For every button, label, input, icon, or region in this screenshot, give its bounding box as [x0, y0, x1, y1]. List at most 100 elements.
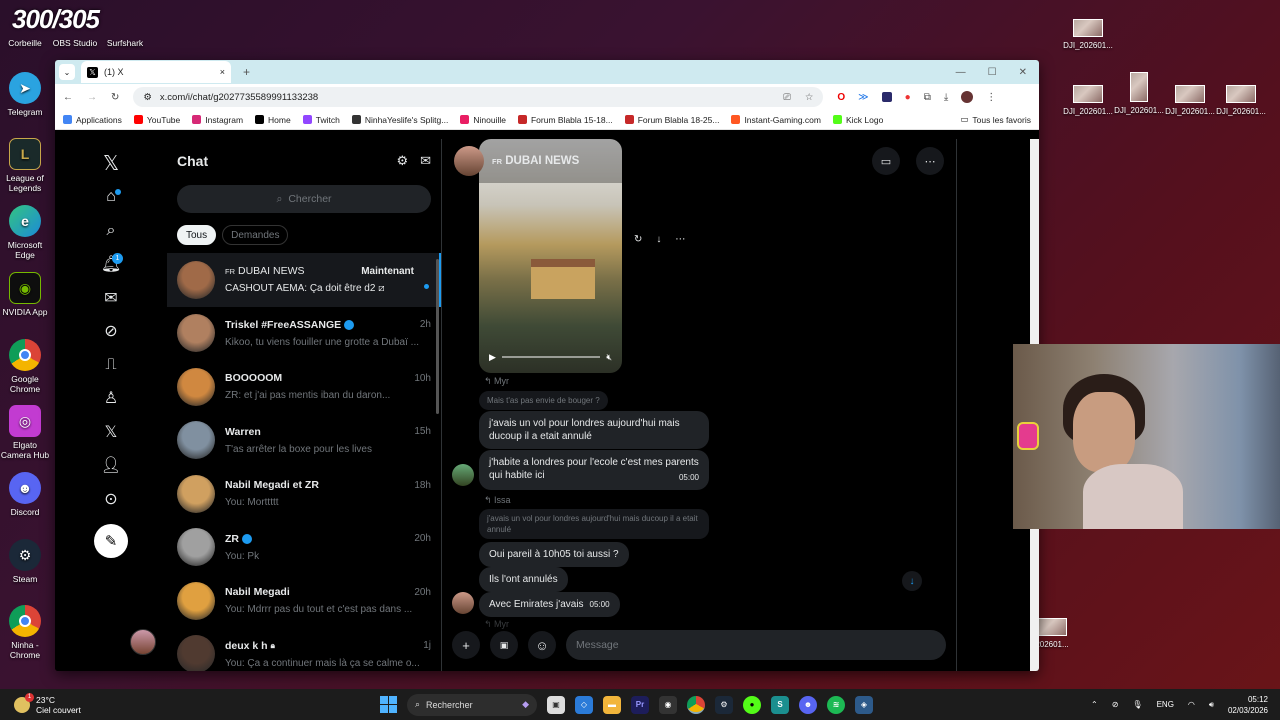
video-call-icon[interactable]: ▭: [872, 147, 900, 175]
task-view-icon[interactable]: ▣: [547, 695, 565, 714]
profile-avatar[interactable]: [961, 91, 974, 103]
desktop-icon-lol[interactable]: L League of Legends: [0, 138, 50, 193]
app-s-icon[interactable]: S: [771, 695, 789, 714]
bookmark-item[interactable]: Instagram: [192, 115, 243, 125]
start-windows-icon[interactable]: [380, 696, 397, 713]
tab-close-icon[interactable]: ×: [220, 67, 225, 77]
tab-x[interactable]: 𝕏 (1) X ×: [81, 61, 231, 83]
mic-icon[interactable]: 🎙︎: [1132, 700, 1142, 709]
compose-post-button[interactable]: ✎: [94, 523, 128, 558]
bookmark-star-icon[interactable]: ☆: [805, 92, 814, 103]
download-icon[interactable]: ⤓: [944, 92, 948, 103]
account-avatar[interactable]: [130, 629, 156, 655]
profile-icon[interactable]: 👤︎: [96, 449, 126, 483]
desktop-icon-edge[interactable]: e Microsoft Edge: [0, 205, 50, 260]
bookmark-item[interactable]: YouTube: [133, 115, 180, 125]
app-blue-icon[interactable]: ◈: [855, 695, 873, 714]
message-bubble[interactable]: Ils l'ont annulés: [479, 567, 568, 592]
desktop-icon-ninha-chrome[interactable]: Ninha - Chrome: [0, 605, 50, 660]
desktop-thumb[interactable]: DJI_202601...: [1213, 85, 1269, 116]
settings-gear-icon[interactable]: ⚙: [396, 153, 408, 169]
message-bubble[interactable]: Oui pareil à 10h05 toi aussi ?: [479, 542, 629, 567]
scroll-to-bottom-icon[interactable]: ↓: [902, 571, 922, 591]
reload-icon[interactable]: ↻: [111, 92, 119, 103]
audio-ext-icon[interactable]: ≫: [858, 92, 868, 103]
new-message-icon[interactable]: ✉: [420, 153, 431, 169]
mute-icon[interactable]: 🔇︎: [606, 352, 612, 363]
message-bubble[interactable]: j'habite a londres pour l'ecole c'est me…: [479, 450, 709, 490]
desktop-icon-elgato[interactable]: ◎ Elgato Camera Hub: [0, 405, 50, 460]
minimize-icon[interactable]: —: [956, 67, 966, 78]
add-attachment-icon[interactable]: +: [452, 631, 480, 659]
bookmark-item[interactable]: Forum Blabla 15-18...: [517, 115, 613, 125]
bookmark-item[interactable]: Home: [255, 115, 291, 125]
new-tab-button[interactable]: +: [243, 65, 250, 79]
chat-list-scrollbar[interactable]: [436, 259, 439, 414]
desktop-icon-discord[interactable]: ☻ Discord: [0, 472, 50, 517]
bookmark-item[interactable]: Applications: [63, 115, 122, 125]
conversation-name[interactable]: FR DUBAI NEWS: [492, 155, 579, 167]
gif-icon[interactable]: ▣: [490, 631, 518, 659]
grok-icon[interactable]: ⊘: [96, 315, 126, 349]
more-icon[interactable]: ⊙: [96, 482, 126, 516]
site-info-icon[interactable]: ⚙: [143, 92, 152, 103]
explore-search-icon[interactable]: ⌕: [96, 214, 126, 248]
quoted-message[interactable]: Mais t'as pas envie de bouger ?: [479, 391, 608, 410]
menu-dots-icon[interactable]: ⋮: [986, 92, 996, 103]
quoted-message[interactable]: j'avais un vol pour londres aujourd'hui …: [479, 509, 709, 539]
wifi-icon[interactable]: ◠: [1188, 700, 1195, 709]
weather-widget[interactable]: 1 23°C Ciel couvert: [0, 692, 300, 715]
cast-icon[interactable]: ⎚: [783, 92, 791, 103]
close-window-icon[interactable]: ✕: [1019, 67, 1027, 78]
group-avatar[interactable]: [454, 146, 484, 176]
forward-icon[interactable]: →: [87, 92, 97, 103]
language-indicator[interactable]: ENG: [1157, 700, 1174, 709]
desktop-thumb[interactable]: DJI_202601...: [1060, 85, 1116, 116]
premium-x-icon[interactable]: 𝕏: [96, 415, 126, 449]
x-logo-icon[interactable]: 𝕏: [96, 147, 126, 181]
conversation-item[interactable]: Triskel #FreeASSANGE 2h Kikoo, tu viens fo…: [167, 307, 441, 361]
steam-taskbar-icon[interactable]: ⚙: [715, 695, 733, 714]
back-icon[interactable]: ←: [63, 92, 73, 103]
message-input[interactable]: Message: [566, 630, 946, 660]
video-progress-bar[interactable]: [501, 356, 601, 358]
spotify-icon[interactable]: ≋: [827, 695, 845, 714]
desktop-thumb[interactable]: DJI_202601...: [1111, 72, 1167, 115]
desktop-icon-obs[interactable]: OBS Studio: [50, 38, 100, 48]
desktop-icon-telegram[interactable]: ➤ Telegram: [0, 72, 50, 117]
bookmark-item[interactable]: Ninouille: [460, 115, 506, 125]
bookmark-item[interactable]: Kick Logo: [832, 115, 883, 125]
filter-requests-tab[interactable]: Demandes: [222, 225, 289, 245]
play-icon[interactable]: ▶: [489, 352, 496, 363]
conversation-item[interactable]: deux k h 🔒︎ 1j You: Ça a continuer mais là …: [167, 628, 441, 671]
message-more-icon[interactable]: ⋯: [675, 234, 685, 245]
network-off-icon[interactable]: ⊘: [1112, 700, 1119, 709]
kick-icon[interactable]: ●: [743, 695, 761, 714]
desktop-icon-corbeille[interactable]: Corbeille: [0, 38, 50, 48]
conversation-item[interactable]: Warren 15h T'as arrêter la boxe pour les l…: [167, 414, 441, 468]
obs-icon[interactable]: ◉: [659, 695, 677, 714]
desktop-icon-surfshark[interactable]: Surfshark: [100, 38, 150, 48]
chat-search-input[interactable]: ⌕ Chercher: [177, 185, 431, 213]
jobs-icon[interactable]: ♙: [96, 382, 126, 416]
download-media-icon[interactable]: ↓: [656, 234, 661, 245]
desktop-thumb[interactable]: DJI_202601...: [1060, 19, 1116, 50]
conversation-item[interactable]: ZR 20h You: Pk: [167, 521, 441, 575]
desktop-icon-steam[interactable]: ⚙ Steam: [0, 539, 50, 584]
all-bookmarks[interactable]: ▭ Tous les favoris: [960, 114, 1031, 125]
puzzle-icon[interactable]: ⧉: [924, 92, 931, 103]
file-explorer-icon[interactable]: ▬: [603, 695, 621, 714]
notifications-bell-icon[interactable]: 🔔︎ 1: [96, 248, 126, 282]
desktop-icon-nvidia[interactable]: ◉ NVIDIA App: [0, 272, 50, 317]
bookmark-item[interactable]: Twitch: [302, 115, 340, 125]
desktop-thumb[interactable]: DJI_202601...: [1162, 85, 1218, 116]
conversation-item[interactable]: BOOOOOM 10h ZR: et j'ai pas mentis iban du…: [167, 360, 441, 414]
bookmark-item[interactable]: NinhaYeslife's Splitg...: [351, 115, 448, 125]
discord-taskbar-icon[interactable]: ☻: [799, 695, 817, 714]
messages-envelope-icon[interactable]: ✉: [96, 281, 126, 315]
tab-menu-icon[interactable]: ⌄: [59, 64, 75, 80]
clock[interactable]: 05:12 02/03/2026: [1228, 694, 1268, 716]
ext-square-icon[interactable]: [881, 92, 892, 102]
chrome-taskbar-icon[interactable]: [687, 695, 705, 714]
bookmark-item[interactable]: Forum Blabla 18-25...: [624, 115, 719, 125]
